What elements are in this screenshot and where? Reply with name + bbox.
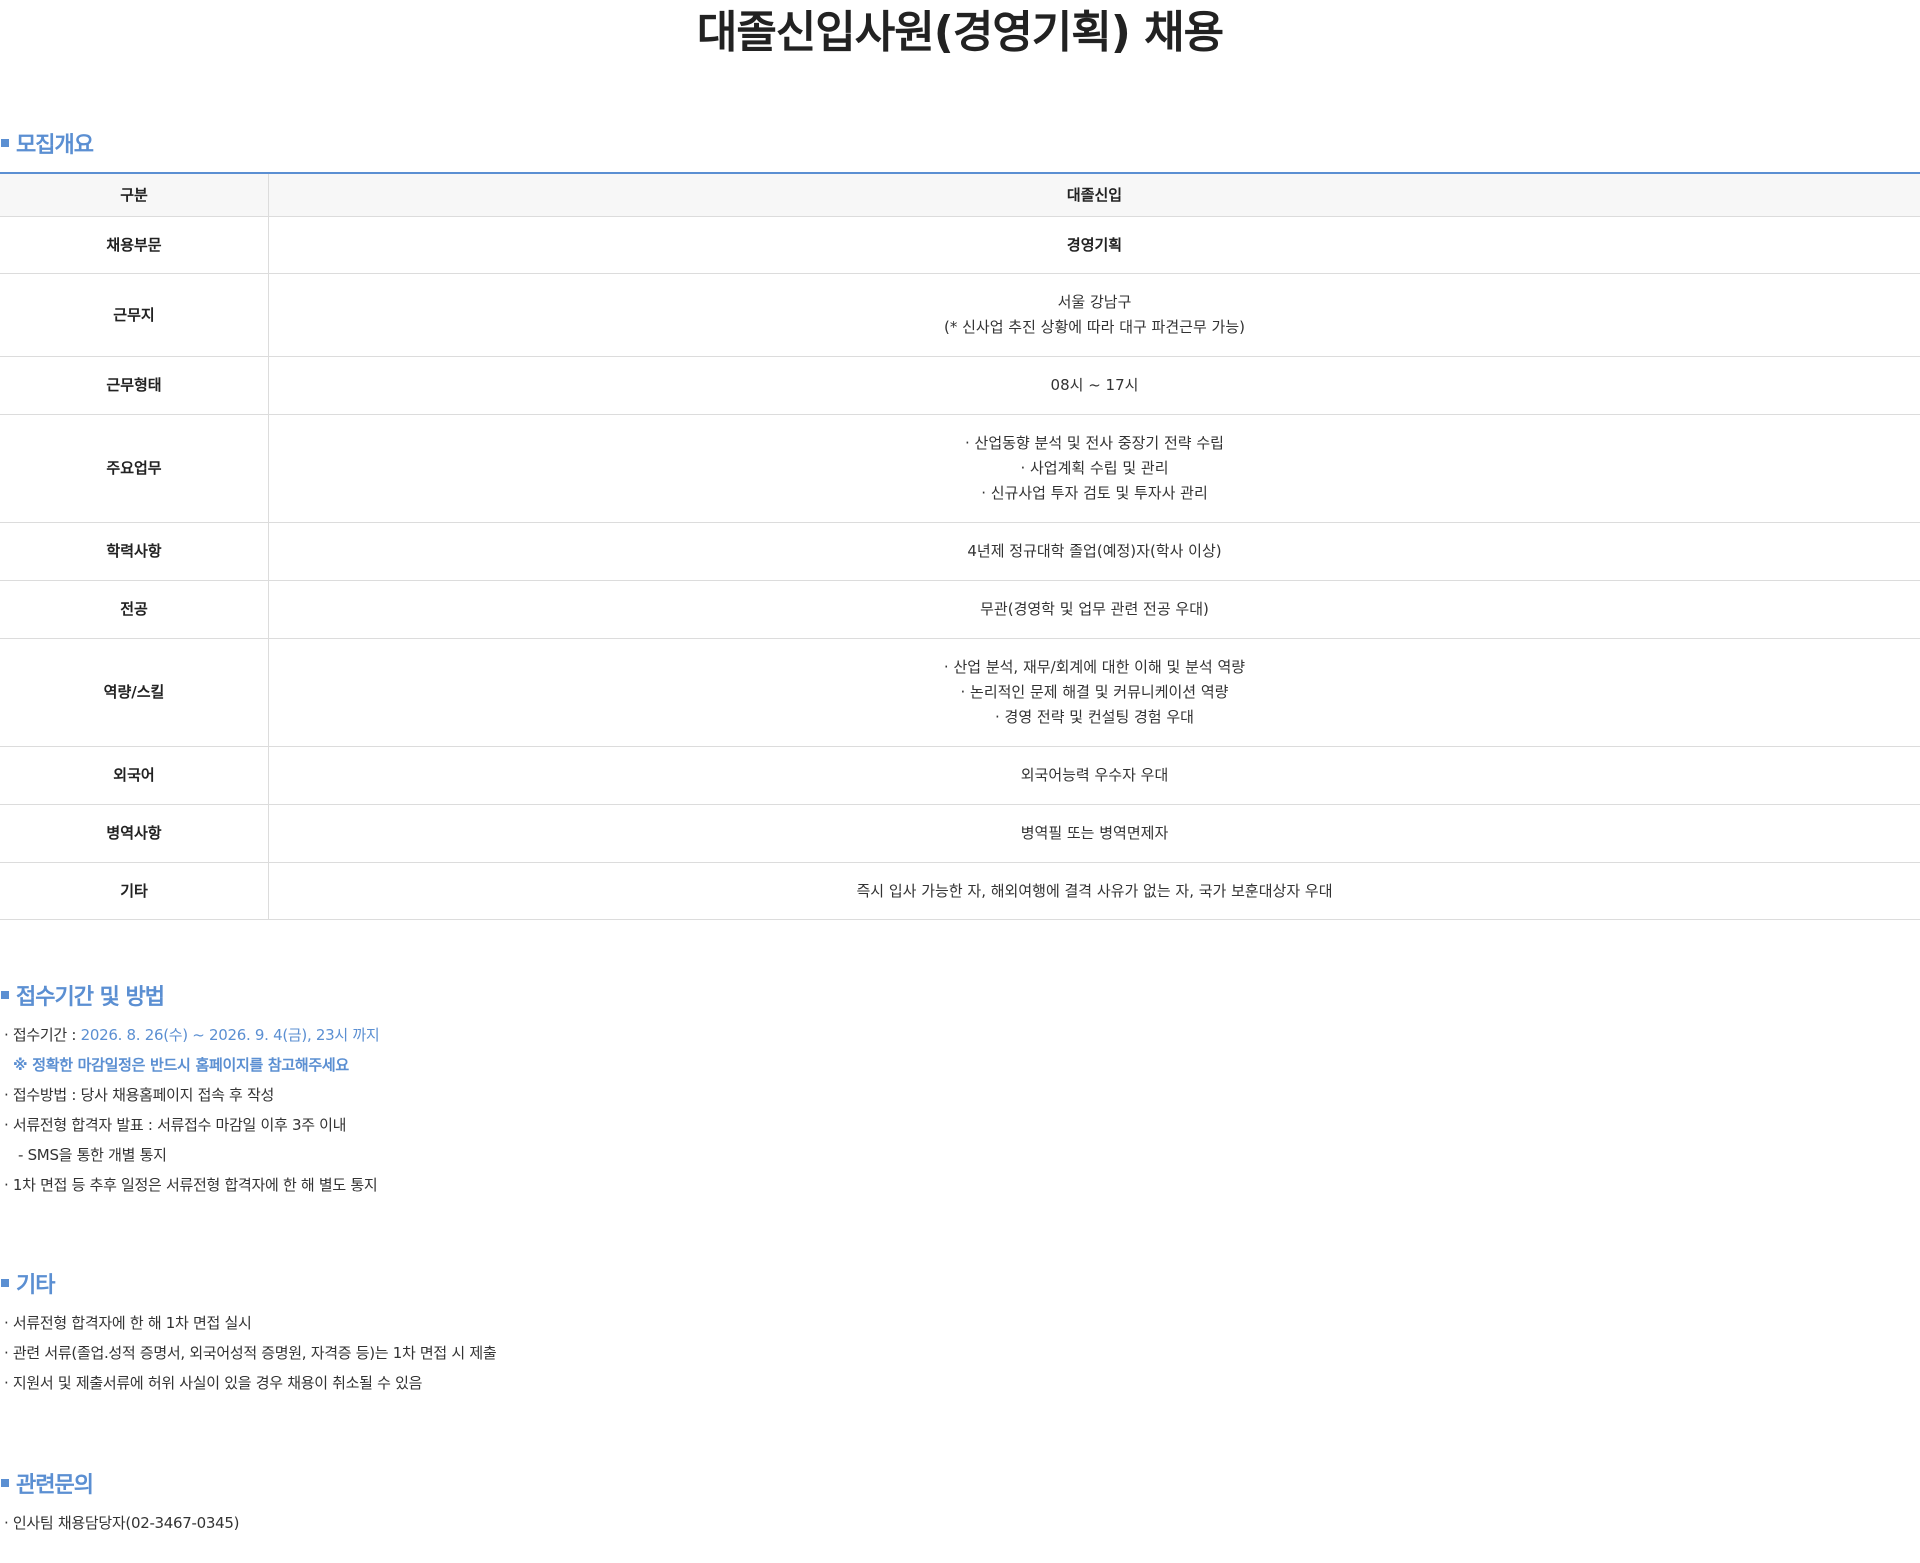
row-value: 외국어능력 우수자 우대	[268, 746, 1920, 805]
list-item: · 관련 서류(졸업.성적 증명서, 외국어성적 증명원, 자격증 등)는 1차…	[4, 1344, 497, 1362]
table-row: 병역사항 병역필 또는 병역면제자	[0, 804, 1920, 863]
row-label: 역량/스킬	[0, 638, 269, 747]
row-value-line: 즉시 입사 가능한 자, 해외여행에 결격 사유가 없는 자, 국가 보훈대상자…	[856, 881, 1333, 900]
table-header-label: 구분	[0, 173, 269, 217]
row-value-line: 병역필 또는 병역면제자	[1020, 824, 1169, 842]
list-item: · 지원서 및 제출서류에 허위 사실이 있을 경우 채용이 취소될 수 있음	[4, 1374, 423, 1392]
period-value: 2026. 8. 26(수) ~ 2026. 9. 4(금), 23시 까지	[80, 1026, 380, 1044]
job-posting-page: 대졸신입사원(경영기획) 채용 모집개요 구분 대졸신입 채용부문 경영기획 근…	[0, 0, 1920, 1538]
row-value-line: 경영기획	[1066, 235, 1123, 254]
list-item: · 1차 면접 등 추후 일정은 서류전형 합격자에 한 해 별도 통지	[4, 1176, 378, 1194]
row-value: 서울 강남구 (* 신사업 추진 상황에 따라 대구 파견근무 가능)	[268, 273, 1920, 357]
table-header-value: 대졸신입	[268, 173, 1920, 217]
list-item: · 인사팀 채용담당자(02-3467-0345)	[4, 1514, 240, 1532]
row-value-line: · 경영 전략 및 컨설팅 경험 우대	[995, 708, 1194, 726]
row-value-line: · 사업계획 수립 및 관리	[1020, 459, 1169, 477]
section-heading-label: 관련문의	[16, 1473, 94, 1498]
other-info-list: · 서류전형 합격자에 한 해 1차 면접 실시 · 관련 서류(졸업.성적 증…	[0, 1308, 1920, 1398]
list-item: - SMS을 통한 개별 통지	[18, 1146, 167, 1164]
row-value-line: 무관(경영학 및 업무 관련 전공 우대)	[980, 600, 1209, 618]
table-row: 기타 즉시 입사 가능한 자, 해외여행에 결격 사유가 없는 자, 국가 보훈…	[0, 862, 1920, 920]
row-value: · 산업동향 분석 및 전사 중장기 전략 수립 · 사업계획 수립 및 관리 …	[268, 414, 1920, 523]
row-label: 주요업무	[0, 414, 269, 523]
row-value: 무관(경영학 및 업무 관련 전공 우대)	[268, 580, 1920, 639]
square-bullet-icon	[1, 1479, 9, 1487]
section-heading-label: 기타	[16, 1273, 55, 1298]
row-value: 4년제 정규대학 졸업(예정)자(학사 이상)	[268, 522, 1920, 581]
row-value: 08시 ~ 17시	[268, 356, 1920, 415]
row-label: 채용부문	[0, 216, 269, 274]
table-row: 역량/스킬 · 산업 분석, 재무/회계에 대한 이해 및 분석 역량 · 논리…	[0, 638, 1920, 747]
deadline-note: ※ 정확한 마감일정은 반드시 홈페이지를 참고해주세요	[13, 1056, 349, 1074]
square-bullet-icon	[1, 139, 9, 147]
list-item: · 서류전형 합격자 발표 : 서류접수 마감일 이후 3주 이내	[4, 1116, 347, 1134]
row-value-line: · 신규사업 투자 검토 및 투자사 관리	[981, 484, 1208, 502]
section-heading-overview: 모집개요	[0, 128, 1920, 158]
list-item: · 접수기간 : 2026. 8. 26(수) ~ 2026. 9. 4(금),…	[0, 1020, 1920, 1050]
row-value-line: 4년제 정규대학 졸업(예정)자(학사 이상)	[967, 542, 1222, 560]
row-value: 경영기획	[268, 216, 1920, 274]
contact-info-list: · 인사팀 채용담당자(02-3467-0345)	[0, 1508, 1920, 1538]
section-heading-label: 모집개요	[16, 133, 94, 158]
row-value: 즉시 입사 가능한 자, 해외여행에 결격 사유가 없는 자, 국가 보훈대상자…	[268, 862, 1920, 920]
row-value: 병역필 또는 병역면제자	[268, 804, 1920, 863]
row-value-line: · 산업 분석, 재무/회계에 대한 이해 및 분석 역량	[943, 658, 1246, 676]
section-heading-label: 접수기간 및 방법	[16, 985, 165, 1010]
apply-info-list: · 접수기간 : 2026. 8. 26(수) ~ 2026. 9. 4(금),…	[0, 1020, 1920, 1200]
row-value-line: 외국어능력 우수자 우대	[1020, 766, 1169, 784]
row-value-line: 서울 강남구	[1057, 293, 1132, 311]
list-item: · 서류전형 합격자에 한 해 1차 면접 실시	[4, 1314, 252, 1332]
row-label: 근무형태	[0, 356, 269, 415]
row-value-line: · 산업동향 분석 및 전사 중장기 전략 수립	[965, 434, 1224, 452]
row-value-line: (* 신사업 추진 상황에 따라 대구 파견근무 가능)	[944, 318, 1245, 336]
square-bullet-icon	[1, 991, 9, 999]
table-row: 근무형태 08시 ~ 17시	[0, 356, 1920, 415]
row-label: 기타	[0, 862, 269, 920]
recruitment-overview-table: 구분 대졸신입 채용부문 경영기획 근무지 서울 강남구 (* 신사업 추진 상…	[0, 172, 1920, 920]
row-label: 학력사항	[0, 522, 269, 581]
table-row: 채용부문 경영기획	[0, 216, 1920, 274]
section-heading-contact: 관련문의	[0, 1468, 1920, 1498]
table-row: 전공 무관(경영학 및 업무 관련 전공 우대)	[0, 580, 1920, 639]
row-label: 외국어	[0, 746, 269, 805]
row-label: 전공	[0, 580, 269, 639]
table-header-row: 구분 대졸신입	[0, 173, 1920, 217]
row-value: · 산업 분석, 재무/회계에 대한 이해 및 분석 역량 · 논리적인 문제 …	[268, 638, 1920, 747]
table-row: 근무지 서울 강남구 (* 신사업 추진 상황에 따라 대구 파견근무 가능)	[0, 273, 1920, 357]
row-label: 근무지	[0, 273, 269, 357]
row-value-line: 08시 ~ 17시	[1050, 376, 1139, 394]
table-row: 학력사항 4년제 정규대학 졸업(예정)자(학사 이상)	[0, 522, 1920, 581]
square-bullet-icon	[1, 1279, 9, 1287]
table-row: 외국어 외국어능력 우수자 우대	[0, 746, 1920, 805]
table-row: 주요업무 · 산업동향 분석 및 전사 중장기 전략 수립 · 사업계획 수립 …	[0, 414, 1920, 523]
section-heading-other: 기타	[0, 1268, 1920, 1298]
period-label: · 접수기간 :	[4, 1026, 81, 1044]
row-label: 병역사항	[0, 804, 269, 863]
section-heading-apply: 접수기간 및 방법	[0, 980, 1920, 1010]
page-title: 대졸신입사원(경영기획) 채용	[696, 7, 1224, 58]
row-value-line: · 논리적인 문제 해결 및 커뮤니케이션 역량	[960, 683, 1229, 701]
list-item: · 접수방법 : 당사 채용홈페이지 접속 후 작성	[4, 1086, 275, 1104]
